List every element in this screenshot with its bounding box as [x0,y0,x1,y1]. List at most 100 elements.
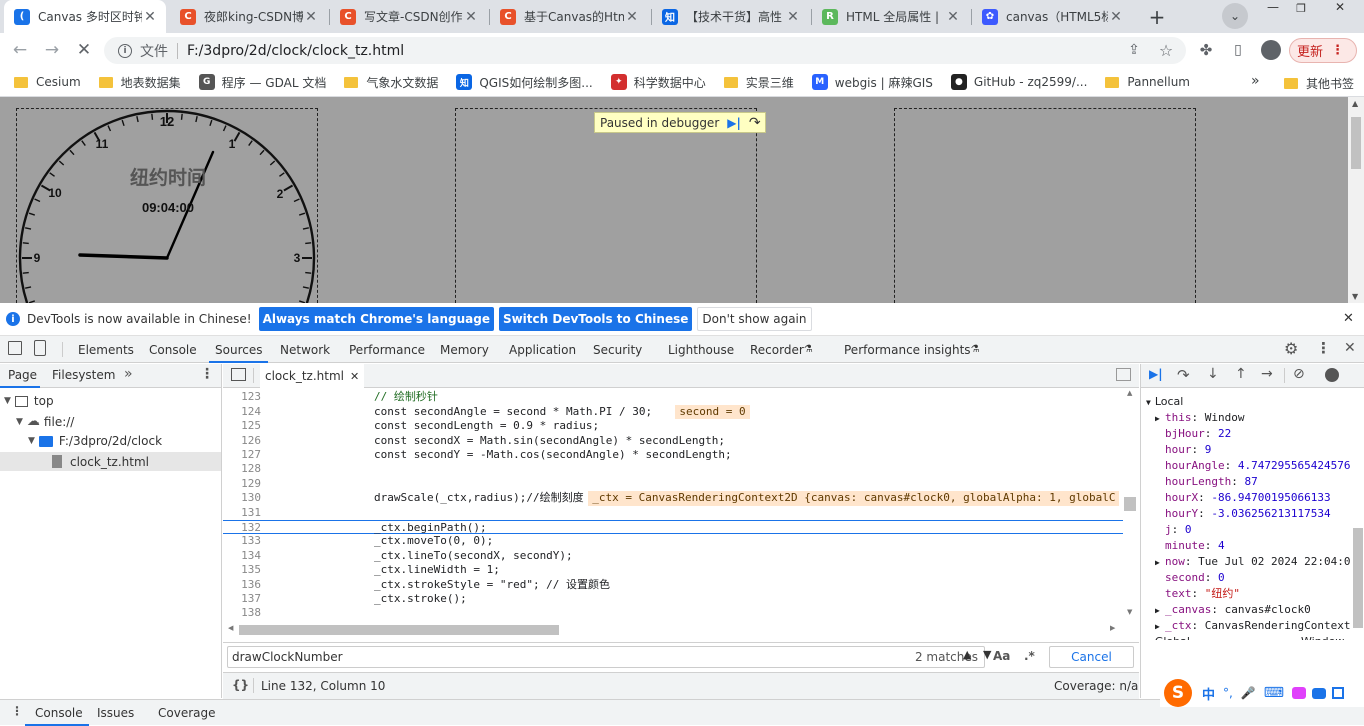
toggle-navigator-icon[interactable] [231,368,246,381]
browser-tab[interactable]: (Canvas 多时区时钟 ✕ [4,0,166,33]
ime-chinese-mode[interactable]: 中 [1202,684,1215,703]
scope-variable[interactable]: ▶ now: Tue Jul 02 2024 22:04:0 [1141,554,1361,570]
game-icon[interactable] [1312,687,1327,699]
search-next-icon[interactable]: ▼ [983,648,991,661]
scope-variable[interactable]: minute: 4 [1141,538,1361,554]
bookmark-item[interactable]: 知 QGIS如何绘制多图... [456,74,593,91]
device-toolbar-icon[interactable] [34,340,46,356]
scope-variable[interactable]: text: "纽约" [1141,586,1361,602]
line-number[interactable]: 138 [223,606,261,617]
browser-tab[interactable]: C 基于Canvas的Html5✕ [490,0,648,33]
code-line[interactable]: 138 [223,606,1123,617]
drawer-tab-issues[interactable]: Issues [97,706,134,720]
match-case-toggle[interactable]: Aa [993,649,1010,663]
scope-variable[interactable]: second: 0 [1141,570,1361,586]
page-scrollbar[interactable]: ▲ ▼ [1348,97,1364,303]
editor-vscrollbar[interactable]: ▲ ▼ [1123,389,1137,619]
browser-tab[interactable]: C 写文章-CSDN创作中心✕ [330,0,487,33]
line-number[interactable]: 137 [223,592,261,606]
skin-icon[interactable] [1292,687,1307,699]
line-number[interactable]: 136 [223,578,261,592]
code-line[interactable]: 132 _ctx.beginPath(); [223,520,1123,535]
ime-punctuation[interactable]: °, [1223,686,1233,700]
browser-tab[interactable]: C 夜郎king-CSDN博客✕ [170,0,327,33]
toggle-debugger-icon[interactable] [1116,368,1131,381]
code-line[interactable]: 127 const secondY = -Math.cos(secondAngle… [223,448,1123,462]
code-line[interactable]: 137 _ctx.stroke(); [223,592,1123,606]
code-line[interactable]: 133 _ctx.moveTo(0, 0); [223,534,1123,548]
sidebar-scrollbar[interactable] [1351,388,1364,638]
code-line[interactable]: 134 _ctx.lineTo(secondX, secondY); [223,549,1123,563]
line-number[interactable]: 129 [223,477,261,491]
devtools-tab[interactable]: Memory [440,336,489,363]
scroll-right-arrow[interactable]: ▶ [1110,624,1115,632]
line-number[interactable]: 127 [223,448,261,462]
browser-tab[interactable]: R HTML 全局属性 | ✕ [812,0,969,33]
other-bookmarks[interactable]: 其他书签 [1284,75,1354,92]
devtools-tab[interactable]: Application [509,336,576,363]
scroll-down-arrow[interactable]: ▼ [1127,608,1132,616]
scope-global-header[interactable]: ▶ Global Window [1141,634,1361,640]
restore-button[interactable]: ❐ [1290,2,1312,16]
step-over-icon[interactable]: ↷ [749,115,761,131]
close-window-button[interactable]: ✕ [1320,0,1360,16]
drawer-tab-console[interactable]: Console [35,706,83,720]
info-icon[interactable]: i [118,43,132,58]
line-number[interactable]: 128 [223,462,261,476]
code-line[interactable]: 130 drawScale(_ctx,radius);//绘制刻度 _ctx = C… [223,491,1123,506]
editor-file-tab[interactable]: clock_tz.html ✕ [260,364,365,388]
line-number[interactable]: 125 [223,419,261,433]
side-panel-icon[interactable]: ▯ [1224,36,1252,64]
bookmark-item[interactable]: 地表数据集 [98,74,181,91]
step-icon[interactable]: → [1261,366,1273,382]
nav-tab-filesystem[interactable]: Filesystem [52,368,115,382]
close-tab-icon[interactable]: ✕ [463,9,479,25]
devtools-tab[interactable]: Sources [209,336,269,363]
settings-gear-icon[interactable]: ⚙ [1284,339,1298,358]
sogou-logo-icon[interactable]: S [1164,679,1192,707]
url-text[interactable]: F:/3dpro/2d/clock/clock_tz.html [187,43,404,59]
bookmark-star-icon[interactable]: ☆ [1152,36,1180,64]
back-icon[interactable]: ← [6,36,34,64]
drawer-menu-icon[interactable]: ⋮ [11,704,23,718]
microphone-icon[interactable]: 🎤 [1241,686,1256,700]
grid-icon[interactable] [1332,687,1345,699]
code-line[interactable]: 124 const secondAngle = second * Math.PI … [223,404,1123,420]
bookmark-item[interactable]: ✦ 科学数据中心 [610,74,706,91]
bookmarks-overflow[interactable]: » [1251,73,1260,89]
line-number[interactable]: 133 [223,534,261,548]
navigator-menu-icon[interactable]: ⋮ [200,366,214,382]
scope-variable[interactable]: hour: 9 [1141,442,1361,458]
code-line[interactable]: 136 _ctx.strokeStyle = "red"; // 设置颜色 [223,578,1123,592]
devtools-tab[interactable]: Security [593,336,642,363]
address-bar[interactable]: i 文件 F:/3dpro/2d/clock/clock_tz.html [104,37,1186,64]
inspect-element-icon[interactable] [8,341,22,355]
close-tab-icon[interactable]: ✕ [624,9,640,25]
scope-variable[interactable]: j: 0 [1141,522,1361,538]
scope-variable[interactable]: hourX: -86.94700195066133 [1141,490,1361,506]
tree-item-top[interactable]: ▼ top [4,394,54,408]
code-line[interactable]: 125 const secondLength = 0.9 * radius; [223,419,1123,433]
line-number[interactable]: 135 [223,563,261,577]
editor-hscrollbar[interactable]: ◀ ▶ [223,623,1123,637]
tree-item-folder[interactable]: ▼ F:/3dpro/2d/clock [28,434,162,448]
profile-avatar[interactable] [1261,40,1281,60]
deactivate-breakpoints-icon[interactable]: ⊘ [1293,366,1305,382]
bookmark-item[interactable]: 实景三维 [723,74,794,91]
keyboard-icon[interactable]: ⌨ [1264,685,1284,701]
bookmark-item[interactable]: Pannellum [1105,75,1190,89]
scroll-down-arrow[interactable]: ▼ [1352,292,1358,301]
tab-search-button[interactable]: ⌄ [1222,3,1248,29]
bookmark-item[interactable]: Mwebgis | 麻辣GIS [811,74,933,91]
scope-variable[interactable]: ▶ _ctx: CanvasRenderingContext [1141,618,1361,634]
scroll-thumb[interactable] [1124,497,1136,511]
scroll-left-arrow[interactable]: ◀ [228,624,233,632]
bookmark-item[interactable]: ● GitHub - zq2599/... [950,74,1087,90]
close-tab-icon[interactable]: ✕ [1108,9,1124,25]
devtools-more-icon[interactable]: ⋮ [1316,339,1331,357]
scope-variable[interactable]: hourY: -3.036256213117534 [1141,506,1361,522]
search-cancel-button[interactable]: Cancel [1049,646,1134,668]
nav-tab-page[interactable]: Page [8,368,37,382]
minimize-button[interactable]: — [1262,1,1284,16]
scope-local-header[interactable]: ▼ Local [1141,394,1361,410]
